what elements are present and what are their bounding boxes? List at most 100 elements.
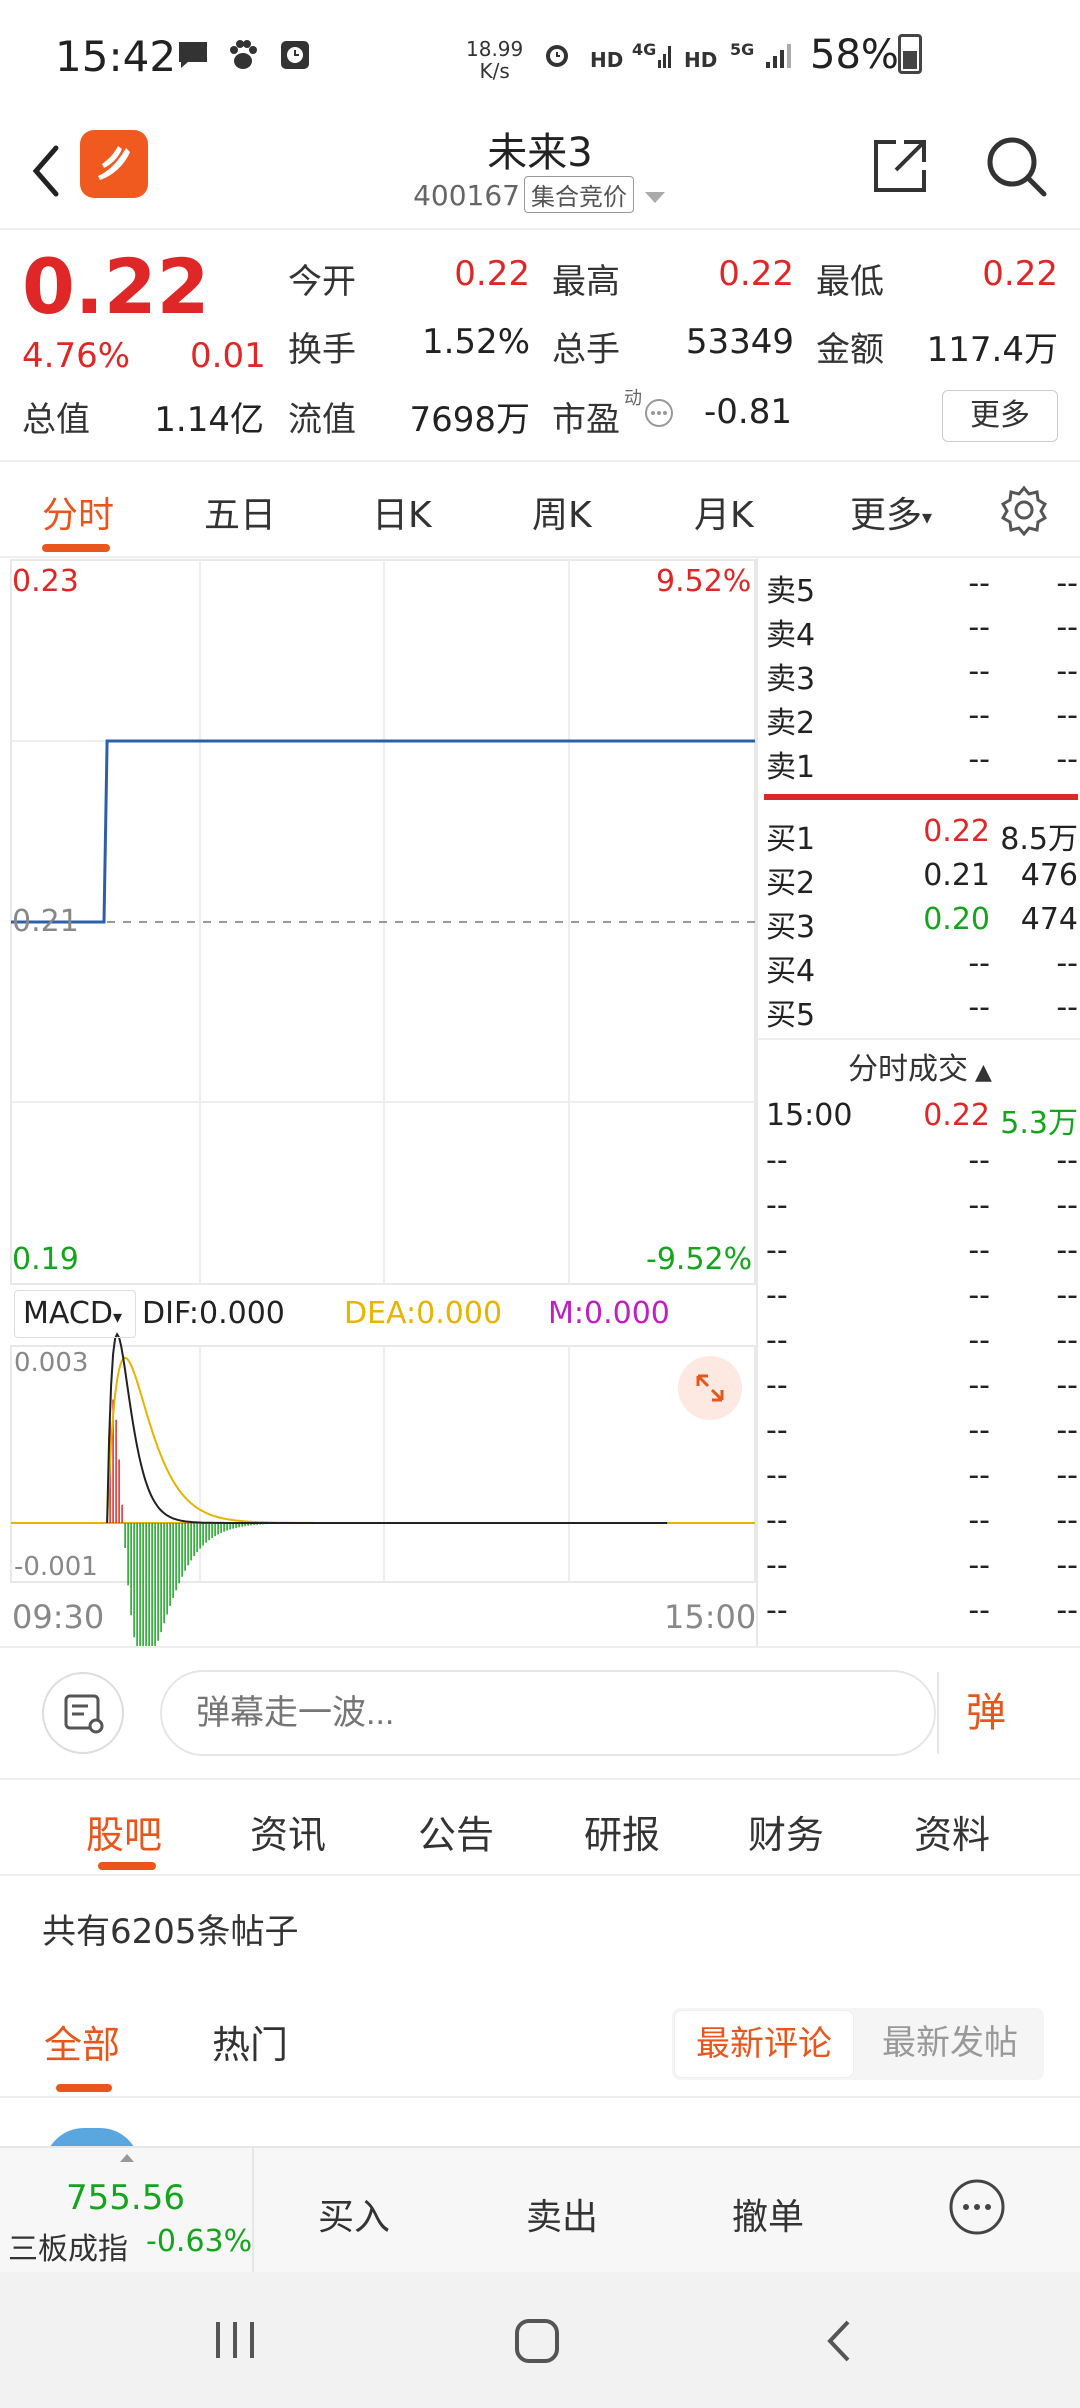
trade-row: -- -- --: [766, 1137, 1078, 1181]
macd-bottom-label: -0.001: [14, 1552, 98, 1582]
tab-more[interactable]: 更多▾: [850, 486, 932, 538]
trade-row: -- -- --: [766, 1542, 1078, 1586]
trade-bar: 755.56 三板成指 -0.63% 买入 卖出 撤单: [0, 2146, 1080, 2274]
tab-more-label: 更多: [850, 495, 923, 536]
trade-row-label: --: [766, 1143, 788, 1178]
app-logo[interactable]: [80, 130, 148, 198]
danmu-send-button[interactable]: 弹: [937, 1672, 1033, 1754]
recent-apps-icon[interactable]: [210, 2316, 260, 2364]
index-value: 755.56: [66, 2178, 185, 2218]
trade-bar-separator: [252, 2148, 254, 2274]
tab-day-k[interactable]: 日K: [372, 486, 432, 538]
tab-finance[interactable]: 财务: [748, 1804, 824, 1859]
trade-row-volume: --: [1056, 1413, 1078, 1448]
chevron-down-icon[interactable]: [643, 189, 667, 205]
header-divider: [0, 228, 1080, 230]
tab-intraday[interactable]: 分时: [42, 486, 114, 538]
mktcap-label: 总值: [22, 400, 90, 440]
trade-row-price: --: [968, 1368, 990, 1403]
current-price: 0.22: [22, 242, 210, 331]
sell-level-5: 卖5 -- --: [766, 560, 1078, 609]
caret-up-icon: ▲: [968, 1060, 992, 1085]
tab-guba[interactable]: 股吧: [86, 1804, 162, 1859]
trade-row-volume: --: [1056, 1503, 1078, 1538]
tab-week-k[interactable]: 周K: [532, 486, 592, 538]
pe-superscript: 动: [624, 388, 642, 409]
tab-research[interactable]: 研报: [584, 1804, 660, 1859]
buy-button[interactable]: 买入: [318, 2188, 390, 2240]
alarm-icon: [546, 45, 568, 67]
pe-label: 市盈: [552, 400, 620, 440]
subtab-underline: [98, 1862, 156, 1870]
cancel-order-button[interactable]: 撤单: [732, 2188, 804, 2240]
chart-tabs: 分时 五日 日K 周K 月K 更多▾: [0, 464, 1080, 556]
tab-news[interactable]: 资讯: [250, 1804, 326, 1859]
danmu-settings-button[interactable]: [42, 1672, 124, 1754]
amount-label: 金额: [816, 330, 884, 370]
battery-icon: [898, 34, 922, 74]
home-icon[interactable]: [512, 2316, 562, 2366]
trades-title[interactable]: 分时成交 ▲: [758, 1044, 1080, 1088]
dif-line: [106, 1332, 668, 1524]
net-speed-unit: K/s: [479, 59, 510, 83]
quote-panel: 0.22 4.76% 0.01 今开 0.22 最高 0.22 最低 0.22 …: [0, 232, 1080, 460]
sell-level-2-price: --: [968, 698, 990, 733]
macd-top-label: 0.003: [14, 1348, 89, 1378]
filter-all[interactable]: 全部: [44, 2014, 120, 2069]
dif-value: DIF:0.000: [142, 1296, 285, 1331]
sort-latest-post[interactable]: 最新发帖: [858, 2010, 1042, 2078]
community-tabs: 股吧 资讯 公告 研报 财务 资料: [0, 1780, 1080, 1876]
trade-row-volume: --: [1056, 1593, 1078, 1628]
stock-code: 400167: [413, 179, 520, 212]
x-start-time: 09:30: [12, 1598, 105, 1636]
buy-level-3-price: 0.20: [923, 902, 990, 937]
m-value: M:0.000: [548, 1296, 670, 1331]
y-bottom-price: 0.19: [12, 1242, 79, 1277]
buy-level-2: 买2 0.21 476: [766, 852, 1078, 901]
tab-profile[interactable]: 资料: [914, 1804, 990, 1859]
tab-underline: [42, 544, 110, 552]
caret-down-icon: ▾: [922, 505, 933, 529]
trade-row-label: --: [766, 1548, 788, 1583]
trade-row-price: --: [968, 1188, 990, 1223]
open-value: 0.22: [454, 254, 530, 294]
buy-level-4-volume: --: [1056, 946, 1078, 981]
more-button[interactable]: 更多: [942, 390, 1058, 442]
back-icon[interactable]: [22, 136, 72, 206]
intraday-chart[interactable]: 0.23 9.52% 0.21 0.19 -9.52% MACD▾ DIF:0.…: [0, 558, 760, 1666]
nav-back-icon[interactable]: [820, 2316, 860, 2366]
trade-row-label: 15:00: [766, 1098, 853, 1133]
danmu-input[interactable]: [160, 1670, 936, 1756]
trade-row-volume: --: [1056, 1143, 1078, 1178]
more-options-icon[interactable]: [948, 2178, 1006, 2236]
hd-indicator: HD: [590, 48, 624, 72]
system-nav-bar: [0, 2272, 1080, 2408]
gear-icon[interactable]: [998, 484, 1050, 536]
filter-hot[interactable]: 热门: [212, 2014, 288, 2069]
trade-row: -- -- --: [766, 1227, 1078, 1271]
tab-five-day[interactable]: 五日: [204, 486, 276, 538]
chat-icon: [179, 42, 207, 68]
low-label: 最低: [816, 262, 884, 302]
trade-row: -- -- --: [766, 1362, 1078, 1406]
more-dots-icon[interactable]: [644, 398, 674, 428]
expand-icon: [696, 1374, 724, 1402]
buy-level-3: 买3 0.20 474: [766, 896, 1078, 945]
macd-selector[interactable]: MACD▾: [14, 1290, 136, 1338]
turnover-value: 1.52%: [421, 322, 530, 362]
share-icon[interactable]: [868, 134, 932, 198]
search-icon[interactable]: [982, 132, 1052, 202]
sort-latest-comment[interactable]: 最新评论: [674, 2010, 854, 2078]
status-time: 15:42: [55, 32, 177, 81]
tab-announcements[interactable]: 公告: [418, 1804, 494, 1859]
clock-app-icon: [281, 41, 309, 69]
y-bottom-pct: -9.52%: [646, 1242, 753, 1277]
buy-level-4-price: --: [968, 946, 990, 981]
tab-month-k[interactable]: 月K: [694, 486, 754, 538]
expand-button[interactable]: [678, 1356, 742, 1420]
sell-button[interactable]: 卖出: [526, 2188, 598, 2240]
high-label: 最高: [552, 262, 620, 302]
high-value: 0.22: [718, 254, 794, 294]
y-top-pct: 9.52%: [656, 564, 752, 599]
chart-canvas: [10, 559, 756, 1666]
